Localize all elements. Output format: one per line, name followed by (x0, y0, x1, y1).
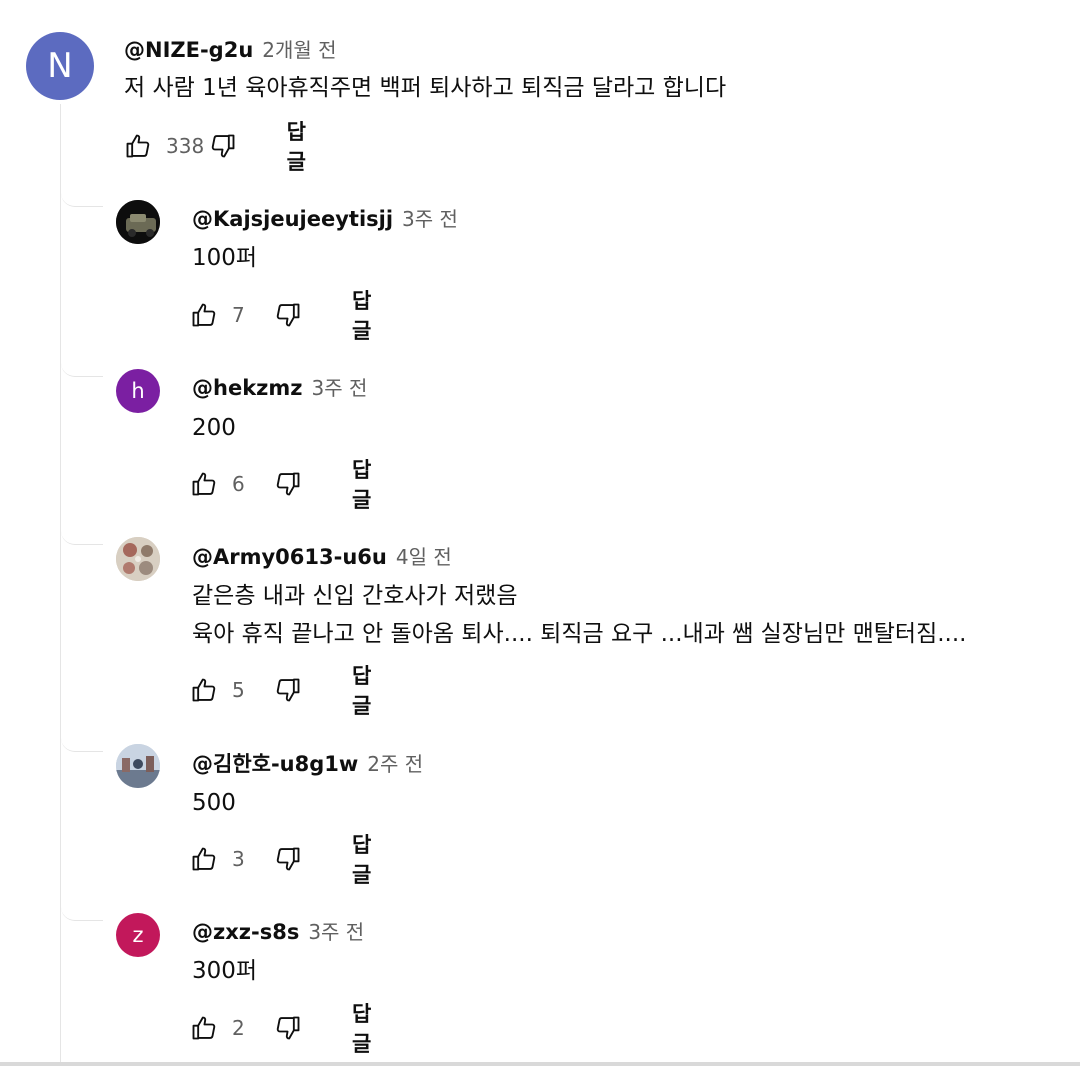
avatar[interactable]: N (26, 32, 94, 100)
author-name[interactable]: @김한호-u8g1w (192, 748, 358, 778)
comment-header: @Kajsjeujeeytisjj 3주 전 (192, 203, 458, 232)
thumbs-up-icon (192, 472, 216, 496)
avatar-letter: z (132, 923, 144, 947)
comment-actions: 5 답글 (190, 664, 375, 718)
thread-branch (61, 190, 103, 207)
like-count: 6 (232, 472, 245, 496)
comment-header: @김한호-u8g1w 2주 전 (192, 748, 423, 778)
like-button[interactable] (190, 675, 218, 705)
comment-header: @zxz-s8s 3주 전 (192, 916, 364, 945)
thumbs-down-icon (276, 847, 300, 871)
comment-actions: 3 답글 (190, 833, 375, 887)
thumbs-down-icon (276, 1016, 300, 1040)
reply-button[interactable]: 답글 (352, 998, 375, 1058)
dislike-button[interactable] (274, 1013, 302, 1043)
like-button[interactable] (190, 469, 218, 499)
author-name[interactable]: @NIZE-g2u (124, 38, 253, 62)
comment-time[interactable]: 4일 전 (396, 541, 452, 570)
author-name[interactable]: @hekzmz (192, 376, 303, 400)
reply-button[interactable]: 답글 (287, 116, 318, 176)
thread-branch (61, 360, 103, 377)
author-name[interactable]: @Kajsjeujeeytisjj (192, 207, 393, 231)
comment-time[interactable]: 3주 전 (402, 203, 458, 232)
comment-actions: 6 답글 (190, 458, 375, 512)
thumbs-down-icon (276, 303, 300, 327)
like-count: 7 (232, 303, 245, 327)
thread-branch (61, 528, 103, 545)
thumbs-up-icon (192, 847, 216, 871)
comment-time[interactable]: 2주 전 (367, 748, 423, 777)
comment-text: 500 (192, 790, 236, 816)
reply-button[interactable]: 답글 (352, 454, 375, 514)
comment-header: @hekzmz 3주 전 (192, 372, 367, 401)
comment-text-line-1: 같은층 내과 신입 간호사가 저랬음 (192, 583, 518, 609)
like-count: 2 (232, 1016, 245, 1040)
like-count: 338 (166, 134, 205, 158)
dislike-button[interactable] (274, 469, 302, 499)
like-button[interactable] (190, 1013, 218, 1043)
dislike-button[interactable] (274, 675, 302, 705)
thumbs-up-icon (192, 1016, 216, 1040)
avatar-photo (116, 744, 160, 788)
comment-actions: 2 답글 (190, 1002, 375, 1056)
comment-text: 300퍼 (192, 958, 258, 984)
bottom-divider (0, 1062, 1080, 1066)
dislike-button[interactable] (274, 844, 302, 874)
thumbs-down-icon (211, 134, 235, 158)
like-button[interactable] (124, 131, 152, 161)
avatar-photo (116, 200, 160, 244)
reply-button[interactable]: 답글 (352, 660, 375, 720)
thumbs-up-icon (192, 678, 216, 702)
comment-time[interactable]: 2개월 전 (262, 34, 336, 63)
comment-time[interactable]: 3주 전 (312, 372, 368, 401)
dislike-button[interactable] (274, 300, 302, 330)
thread-branch (61, 735, 103, 752)
like-button[interactable] (190, 844, 218, 874)
author-name[interactable]: @zxz-s8s (192, 920, 299, 944)
author-name[interactable]: @Army0613-u6u (192, 545, 387, 569)
avatar-letter: N (47, 46, 73, 86)
thread-branch (61, 904, 103, 921)
comment-actions: 7 답글 (190, 289, 375, 343)
reply-button[interactable]: 답글 (352, 829, 375, 889)
comment-text: 저 사람 1년 육아휴직주면 백퍼 퇴사하고 퇴직금 달라고 합니다 (124, 75, 727, 101)
like-button[interactable] (190, 300, 218, 330)
avatar[interactable] (116, 537, 160, 581)
comment-header: @Army0613-u6u 4일 전 (192, 541, 452, 570)
comment-text-line-2: 육아 휴직 끝나고 안 돌아옴 퇴사.... 퇴직금 요구 ...내과 쌤 실장… (192, 621, 967, 647)
comment-time[interactable]: 3주 전 (308, 916, 364, 945)
dislike-button[interactable] (209, 131, 237, 161)
thumbs-up-icon (192, 303, 216, 327)
avatar-letter: h (131, 379, 145, 403)
thread-line (60, 104, 61, 1066)
avatar[interactable] (116, 200, 160, 244)
like-count: 3 (232, 847, 245, 871)
avatar[interactable]: z (116, 913, 160, 957)
reply-button[interactable]: 답글 (352, 285, 375, 345)
thumbs-down-icon (276, 472, 300, 496)
avatar[interactable]: h (116, 369, 160, 413)
comment-header: @NIZE-g2u 2개월 전 (124, 34, 337, 63)
thumbs-up-icon (126, 134, 150, 158)
comment-actions: 338 답글 (124, 120, 318, 174)
avatar-photo (116, 537, 160, 581)
avatar[interactable] (116, 744, 160, 788)
comment-text: 100퍼 (192, 245, 258, 271)
comment-text: 200 (192, 415, 236, 441)
thumbs-down-icon (276, 678, 300, 702)
like-count: 5 (232, 678, 245, 702)
